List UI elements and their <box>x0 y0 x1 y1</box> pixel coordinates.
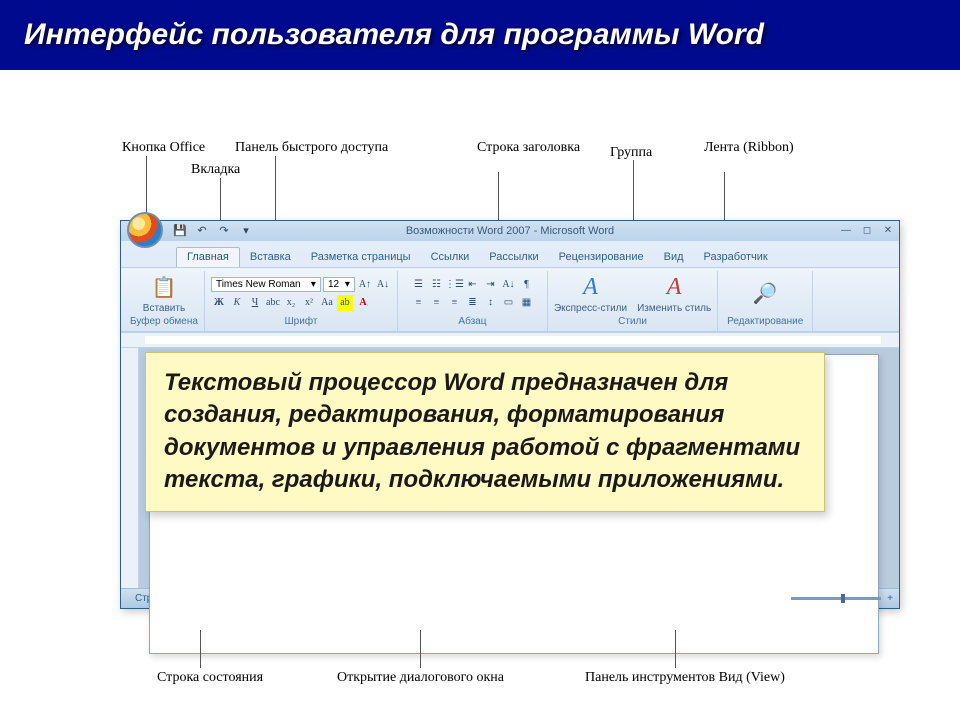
leader-line <box>200 630 201 668</box>
window-title-text: Возможности Word 2007 - Microsoft Word <box>406 225 614 237</box>
ribbon: 📋 Вставить Буфер обмена Times New Roman▾ <box>121 267 899 332</box>
callout-dialog-launcher: Открытие диалогового окна <box>337 670 504 686</box>
tab-references[interactable]: Ссылки <box>421 248 480 267</box>
align-left-icon[interactable]: ≡ <box>410 295 426 311</box>
redo-icon[interactable]: ↷ <box>215 221 233 239</box>
qat-more-icon[interactable]: ▾ <box>237 221 255 239</box>
inc-indent-icon[interactable]: ⇥ <box>482 277 498 293</box>
callout-status-bar: Строка состояния <box>157 670 263 686</box>
font-family-value: Times New Roman <box>216 279 301 290</box>
group-title-paragraph: Абзац <box>404 314 541 329</box>
save-icon[interactable]: 💾 <box>171 221 189 239</box>
leader-line <box>420 630 421 668</box>
paste-icon: 📋 <box>150 273 178 301</box>
vertical-ruler[interactable] <box>121 348 139 588</box>
quick-styles-icon: A <box>577 273 605 301</box>
dec-indent-icon[interactable]: ⇤ <box>464 277 480 293</box>
minimize-icon[interactable]: — <box>837 223 855 237</box>
group-paragraph: ☰ ☷ ⋮☰ ⇤ ⇥ A↓ ¶ ≡ ≡ ≡ ≣ <box>398 271 548 331</box>
office-button[interactable] <box>127 212 163 248</box>
group-title-editing: Редактирование <box>724 314 806 329</box>
line-spacing-icon[interactable]: ↕ <box>482 295 498 311</box>
callout-ribbon: Лента (Ribbon) <box>704 140 794 156</box>
multilevel-icon[interactable]: ⋮☰ <box>446 277 462 293</box>
group-editing: 🔎 Редактирование <box>718 271 813 331</box>
quick-styles-label: Экспресс-стили <box>554 303 627 314</box>
bullets-icon[interactable]: ☰ <box>410 277 426 293</box>
find-icon: 🔎 <box>751 280 779 308</box>
change-style-label: Изменить стиль <box>637 303 711 314</box>
borders-icon[interactable]: ▦ <box>518 295 534 311</box>
tab-home[interactable]: Главная <box>176 247 240 267</box>
tab-page-layout[interactable]: Разметка страницы <box>301 248 421 267</box>
change-style-button[interactable]: A Изменить стиль <box>637 273 711 314</box>
quick-styles-button[interactable]: A Экспресс-стили <box>554 273 627 314</box>
zoom-in-icon[interactable]: + <box>887 593 893 604</box>
font-color-button[interactable]: A <box>355 295 371 311</box>
tab-view[interactable]: Вид <box>654 248 694 267</box>
numbering-icon[interactable]: ☷ <box>428 277 444 293</box>
undo-icon[interactable]: ↶ <box>193 221 211 239</box>
align-right-icon[interactable]: ≡ <box>446 295 462 311</box>
annotation-note: Текстовый процессор Word предназначен дл… <box>145 352 825 512</box>
tab-developer[interactable]: Разработчик <box>694 248 778 267</box>
sort-icon[interactable]: A↓ <box>500 277 516 293</box>
group-title-font: Шрифт <box>211 314 391 329</box>
callout-tab: Вкладка <box>191 162 240 178</box>
group-styles: A Экспресс-стили A Изменить стиль Стили <box>548 271 718 331</box>
quick-access-toolbar: 💾 ↶ ↷ ▾ <box>171 221 255 239</box>
callout-title-bar: Строка заголовка <box>477 140 580 156</box>
callout-view-toolbar: Панель инструментов Вид (View) <box>585 670 785 686</box>
shading-icon[interactable]: ▭ <box>500 295 516 311</box>
shrink-font-icon[interactable]: A↓ <box>375 277 391 293</box>
grow-font-icon[interactable]: A↑ <box>357 277 373 293</box>
document-area: Текстовый процессор Word предназначен дл… <box>121 348 899 588</box>
italic-button[interactable]: К <box>229 295 245 311</box>
strike-button[interactable]: abc <box>265 295 281 311</box>
paste-label: Вставить <box>143 303 185 314</box>
subscript-button[interactable]: x₂ <box>283 295 299 311</box>
highlight-button[interactable]: ab <box>337 295 353 311</box>
font-family-select[interactable]: Times New Roman▾ <box>211 277 321 292</box>
group-clipboard: 📋 Вставить Буфер обмена <box>124 271 205 331</box>
align-center-icon[interactable]: ≡ <box>428 295 444 311</box>
word-window: 💾 ↶ ↷ ▾ Возможности Word 2007 - Microsof… <box>120 220 900 609</box>
callout-quick-access: Панель быстрого доступа <box>235 140 388 156</box>
group-title-clipboard: Буфер обмена <box>130 314 198 329</box>
editing-button[interactable]: 🔎 <box>751 280 779 308</box>
callout-group: Группа <box>610 145 652 161</box>
tab-mailings[interactable]: Рассылки <box>479 248 548 267</box>
document-page[interactable]: Текстовый процессор Word предназначен дл… <box>149 354 879 654</box>
title-bar: 💾 ↶ ↷ ▾ Возможности Word 2007 - Microsof… <box>121 221 899 241</box>
horizontal-ruler[interactable] <box>121 332 899 348</box>
underline-button[interactable]: Ч <box>247 295 263 311</box>
tab-review[interactable]: Рецензирование <box>549 248 654 267</box>
tab-insert[interactable]: Вставка <box>240 248 301 267</box>
leader-line <box>275 156 276 229</box>
bold-button[interactable]: Ж <box>211 295 227 311</box>
maximize-icon[interactable]: ◻ <box>858 223 876 237</box>
callout-office-button: Кнопка Office <box>122 140 205 156</box>
paste-button[interactable]: 📋 Вставить <box>143 273 185 314</box>
group-font: Times New Roman▾ 12▾ A↑ A↓ Ж К Ч <box>205 271 398 331</box>
justify-icon[interactable]: ≣ <box>464 295 480 311</box>
show-marks-icon[interactable]: ¶ <box>518 277 534 293</box>
close-icon[interactable]: ✕ <box>879 223 897 237</box>
zoom-slider[interactable] <box>791 597 881 600</box>
superscript-button[interactable]: x² <box>301 295 317 311</box>
text-effects-button[interactable]: Aa <box>319 295 335 311</box>
font-size-select[interactable]: 12▾ <box>323 277 355 292</box>
slide-title: Интерфейс пользователя для программы Wor… <box>0 0 960 70</box>
font-size-value: 12 <box>328 279 339 290</box>
group-title-styles: Стили <box>554 314 711 329</box>
change-style-icon: A <box>660 273 688 301</box>
leader-line <box>675 630 676 668</box>
